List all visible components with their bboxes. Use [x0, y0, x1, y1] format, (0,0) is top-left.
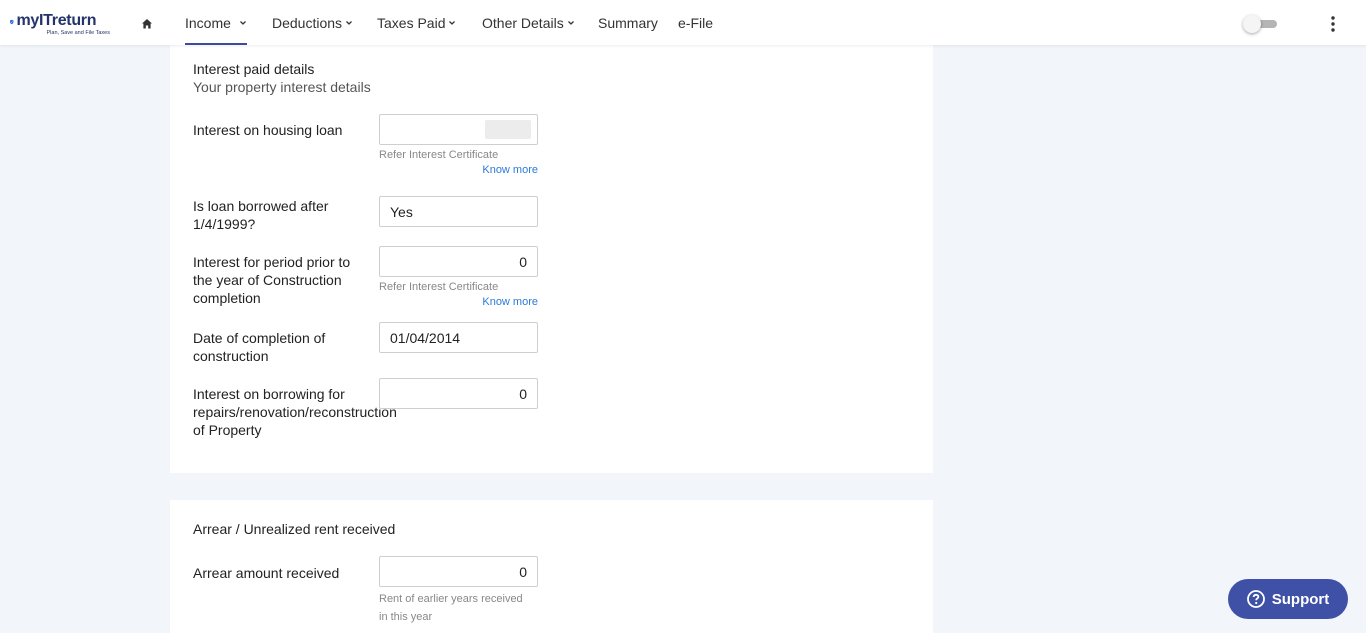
section-title: Arrear / Unrealized rent received [193, 521, 396, 537]
nav-taxes-paid-label: Taxes Paid [377, 14, 446, 31]
logo-tagline: Plan, Save and File Taxes [46, 30, 111, 36]
chevron-down-icon [449, 20, 456, 25]
arrear-amount-label: Arrear amount received [193, 565, 340, 581]
loan-after-select[interactable] [379, 196, 538, 227]
completion-date-label: Date of completion of construction [193, 330, 326, 364]
chevron-down-icon [239, 20, 246, 25]
section-title: Interest paid details [193, 61, 315, 77]
nav-efile-label: e-File [678, 14, 714, 31]
loan-after-label: Is loan borrowed after 1/4/1999? [193, 198, 329, 232]
nav-other-details[interactable]: Other Details [482, 0, 575, 45]
completion-date-input[interactable] [379, 322, 538, 353]
arrear-amount-input[interactable] [379, 556, 538, 587]
repairs-input[interactable] [379, 378, 538, 409]
toggle-knob [1243, 15, 1261, 33]
logo-wordmark: myITreturn [16, 12, 97, 29]
chevron-down-icon [346, 20, 353, 25]
nav-deductions-label: Deductions [272, 14, 343, 31]
housing-loan-label: Interest on housing loan [193, 122, 343, 138]
top-navbar: myITreturn Plan, Save and File Taxes Inc… [0, 0, 1366, 45]
prior-period-label: Interest for period prior to the year of… [193, 254, 351, 306]
arrear-card: Arrear / Unrealized rent received Arrear… [170, 500, 933, 633]
housing-loan-helper: Refer Interest Certificate [379, 149, 499, 161]
more-options-icon[interactable] [1326, 15, 1340, 33]
nav-taxes-paid[interactable]: Taxes Paid [377, 0, 456, 45]
support-button[interactable]: Support [1228, 579, 1348, 619]
home-icon[interactable] [141, 18, 153, 30]
nav-efile[interactable]: e-File [678, 0, 713, 45]
brand-logo[interactable]: myITreturn Plan, Save and File Taxes [10, 13, 110, 37]
prior-period-helper: Refer Interest Certificate [379, 281, 499, 293]
chevron-down-icon [567, 20, 574, 25]
nav-income[interactable]: Income [185, 0, 247, 45]
arrear-amount-helper: Rent of earlier years received in this y… [379, 593, 523, 623]
nav-deductions[interactable]: Deductions [272, 0, 353, 45]
nav-summary-label: Summary [598, 14, 658, 31]
question-circle-icon [1246, 590, 1265, 608]
section-subtitle: Your property interest details [193, 79, 371, 95]
know-more-link[interactable]: Know more [379, 296, 538, 308]
prior-period-input[interactable] [379, 246, 538, 277]
nav-summary[interactable]: Summary [598, 0, 658, 45]
repairs-label: Interest on borrowing for repairs/renova… [193, 386, 397, 438]
support-label: Support [1271, 590, 1330, 608]
know-more-link[interactable]: Know more [379, 164, 538, 176]
interest-paid-card: Interest paid details Your property inte… [170, 45, 933, 473]
shield-check-icon [10, 19, 14, 25]
redacted-value [485, 120, 531, 139]
theme-toggle[interactable] [1243, 15, 1277, 33]
nav-income-label: Income [185, 14, 231, 31]
nav-other-details-label: Other Details [482, 14, 564, 31]
